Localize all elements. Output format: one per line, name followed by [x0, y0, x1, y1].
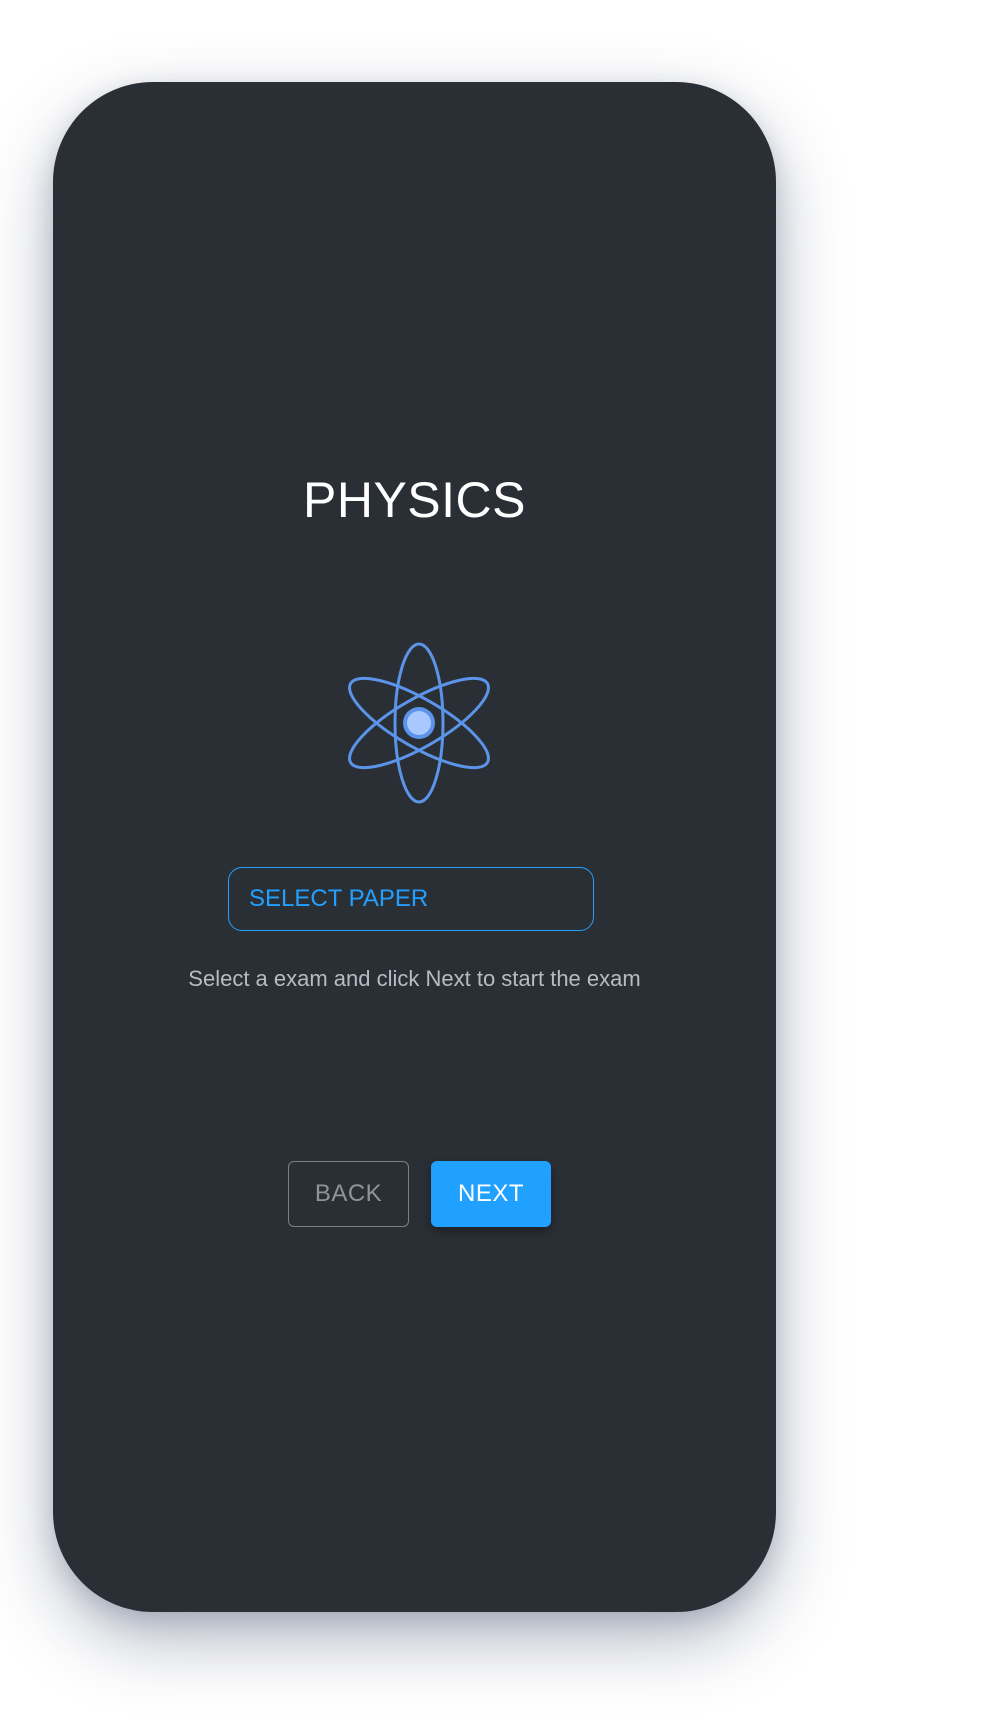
phone-screen: PHYSICS SELECT PAPER Select a exam and c… — [53, 82, 776, 1612]
action-buttons: BACK NEXT — [53, 1161, 776, 1227]
select-paper-dropdown[interactable]: SELECT PAPER — [228, 867, 594, 931]
instruction-text: Select a exam and click Next to start th… — [188, 966, 641, 991]
next-button[interactable]: NEXT — [431, 1161, 551, 1227]
page-title: PHYSICS — [302, 472, 526, 528]
back-button[interactable]: BACK — [288, 1161, 409, 1227]
atom-icon — [348, 642, 490, 804]
